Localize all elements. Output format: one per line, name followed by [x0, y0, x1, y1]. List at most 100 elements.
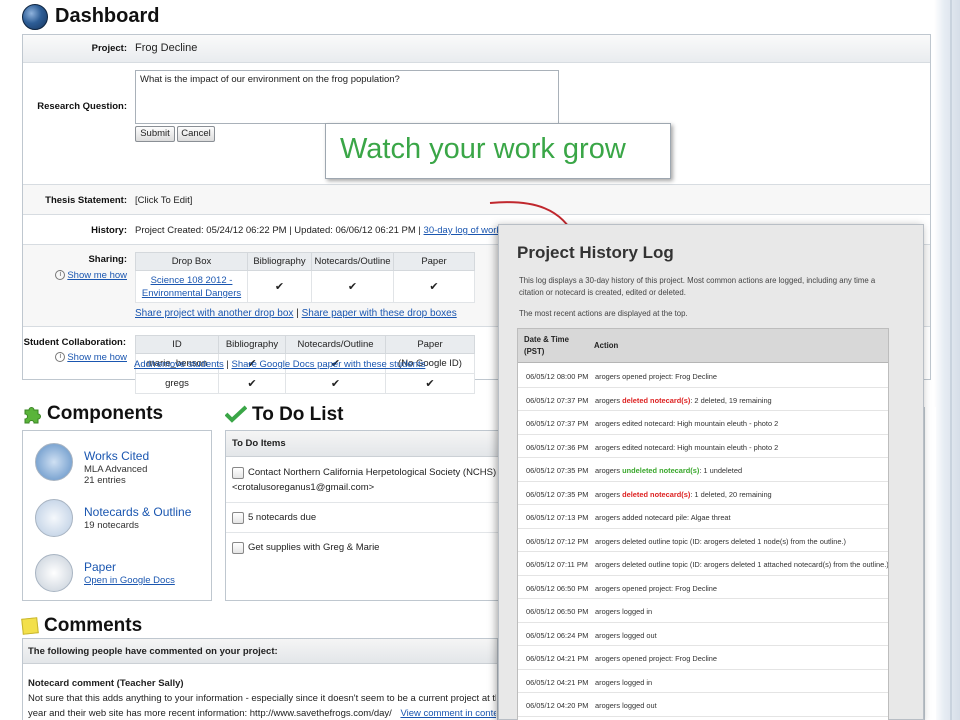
thesis-edit-link[interactable]: [Click To Edit]: [135, 195, 192, 206]
log-action: arogers edited notecard: High mountain e…: [595, 419, 779, 428]
collab-col-notecards: Notecards/Outline: [285, 335, 386, 354]
todo-item-email: <crotalusoreganus1@gmail.com>: [232, 482, 375, 493]
history-log-description: This log displays a 30-day history of th…: [519, 276, 876, 297]
add-remove-students-link[interactable]: Add/remove students: [134, 359, 224, 370]
project-name: Frog Decline: [135, 42, 198, 54]
todo-item: 5 notecards due: [226, 503, 499, 533]
check-icon: ✔: [385, 373, 475, 394]
history-log-note: The most recent actions are displayed at…: [519, 309, 688, 318]
log-date: 06/05/12 07:37 PM: [526, 395, 589, 405]
history-log-row: [518, 717, 888, 720]
todo-checkbox[interactable]: [232, 512, 244, 524]
works-cited-link[interactable]: Works Cited: [84, 449, 149, 463]
comments-panel: The following people have commented on y…: [22, 638, 498, 720]
todo-checkbox[interactable]: [232, 467, 244, 479]
comments-title: Comments: [44, 615, 143, 636]
check-icon: ✔: [285, 373, 386, 394]
log-action: arogers added notecard pile: Algae threa…: [595, 513, 731, 522]
history-log-row: 06/05/12 07:35 PM arogers undeleted notec…: [518, 458, 888, 482]
sharing-col-bibliography: Bibliography: [247, 252, 312, 271]
callout-box: Watch your work grow: [325, 123, 671, 179]
works-cited-icon: [35, 443, 73, 481]
comment-body-line2: year and their web site has more recent …: [28, 708, 392, 719]
project-label: Project:: [91, 43, 127, 54]
todo-item-text: Get supplies with Greg & Marie: [248, 542, 380, 553]
log-action: arogers undeleted notecard(s): 1 undelet…: [595, 466, 743, 475]
paper-icon: [35, 554, 73, 592]
link-separator: |: [296, 308, 299, 319]
log-action: arogers deleted notecard(s): 2 deleted, …: [595, 395, 772, 405]
check-icon: ✔: [218, 373, 286, 394]
works-cited-style: MLA Advanced: [84, 464, 148, 475]
history-log-popup: Project History Log This log displays a …: [498, 224, 924, 720]
todo-panel: To Do Items Contact Northern California …: [225, 430, 500, 601]
log-date: 06/05/12 07:37 PM: [526, 419, 589, 428]
history-log-row: 06/05/12 04:21 PM arogers opened project:…: [518, 646, 888, 670]
sticky-note-icon: [21, 617, 39, 635]
log-date: 06/05/12 06:24 PM: [526, 630, 589, 640]
history-log-header: Date & Time (PST) Action: [518, 329, 888, 363]
link-separator: |: [226, 359, 229, 370]
notecards-count: 19 notecards: [84, 520, 139, 531]
components-title: Components: [47, 403, 164, 424]
research-question-label: Research Question:: [37, 101, 127, 112]
collab-label: Student Collaboration:: [23, 337, 126, 348]
log-action: arogers opened project: Frog Decline: [595, 372, 718, 381]
col-date: Date & Time: [524, 335, 569, 344]
notecards-outline-link[interactable]: Notecards & Outline: [84, 505, 191, 519]
sharing-show-me-how-link[interactable]: Show me how: [67, 270, 127, 281]
comments-header: The following people have commented on y…: [23, 639, 497, 664]
log-date: 06/05/12 07:11 PM: [526, 560, 588, 569]
sharing-col-paper: Paper: [393, 252, 475, 271]
log-action: arogers logged in: [595, 607, 653, 616]
project-row: Project: Frog Decline: [23, 35, 930, 63]
log-action: arogers edited notecard: High mountain e…: [595, 442, 779, 452]
check-icon: ✔: [311, 270, 394, 303]
log-action: arogers deleted outline topic (ID: aroge…: [595, 560, 889, 569]
collab-col-paper: Paper: [385, 335, 475, 354]
collab-show-me-how-link[interactable]: Show me how: [67, 352, 127, 363]
notecards-icon: [35, 499, 73, 537]
globe-logo-icon: [22, 4, 48, 30]
paper-link[interactable]: Paper: [84, 560, 116, 574]
history-log-row: 06/05/12 07:35 PM arogers deleted notecar…: [518, 482, 888, 505]
dropbox-link[interactable]: Science 108 2012 - Environmental Dangers: [142, 275, 241, 299]
history-log-row: 06/05/12 06:50 PM arogers logged in: [518, 599, 888, 623]
collab-student-id: gregs: [135, 373, 219, 394]
share-paper-link[interactable]: Share paper with these drop boxes: [302, 308, 457, 319]
check-icon: ✔: [393, 270, 475, 303]
sharing-col-notecards: Notecards/Outline: [311, 252, 394, 271]
log-date: 06/05/12 07:35 PM: [526, 466, 589, 475]
log-date: 06/05/12 07:36 PM: [526, 442, 589, 452]
cancel-button[interactable]: Cancel: [177, 126, 215, 142]
log-date: 06/05/12 04:21 PM: [526, 677, 589, 687]
view-comment-link[interactable]: View comment in conte: [400, 708, 496, 719]
share-project-link[interactable]: Share project with another drop box: [135, 308, 293, 319]
components-panel: Works Cited MLA Advanced 21 entries Note…: [22, 430, 212, 601]
info-icon: i: [55, 352, 66, 363]
todo-title: To Do List: [252, 404, 344, 425]
thesis-label: Thesis Statement:: [45, 195, 127, 206]
works-cited-count: 21 entries: [84, 475, 126, 486]
history-text: Project Created: 05/24/12 06:22 PM | Upd…: [135, 225, 421, 236]
log-action: arogers logged out: [595, 701, 657, 710]
right-panel-edge: [924, 407, 936, 720]
todo-checkbox[interactable]: [232, 542, 244, 554]
sharing-table: Drop Box Bibliography Notecards/Outline …: [135, 252, 475, 303]
history-log-row: 06/05/12 07:13 PM arogers added notecard …: [518, 505, 888, 529]
research-question-input[interactable]: What is the impact of our environment on…: [135, 70, 559, 124]
checkmark-icon: [224, 405, 248, 423]
open-google-docs-link[interactable]: Open in Google Docs: [84, 575, 175, 586]
log-action: arogers opened project: Frog Decline: [595, 654, 718, 663]
log-date: 06/05/12 06:50 PM: [526, 583, 589, 593]
log-date: 06/05/12 07:13 PM: [526, 513, 589, 522]
log-action: arogers deleted notecard(s): 1 deleted, …: [595, 489, 772, 499]
history-log-row: 06/05/12 04:21 PM arogers logged in: [518, 670, 888, 693]
submit-button[interactable]: Submit: [135, 126, 175, 142]
share-google-docs-link[interactable]: Share Google Docs paper with these stude…: [232, 359, 426, 370]
log-date: 06/05/12 07:35 PM: [526, 489, 589, 499]
history-log-row: 06/05/12 04:20 PM arogers logged out: [518, 693, 888, 717]
todo-item: Get supplies with Greg & Marie: [226, 533, 499, 563]
sharing-label: Sharing:: [88, 254, 127, 265]
history-log-row: 06/05/12 07:12 PM arogers deleted outline…: [518, 529, 888, 552]
